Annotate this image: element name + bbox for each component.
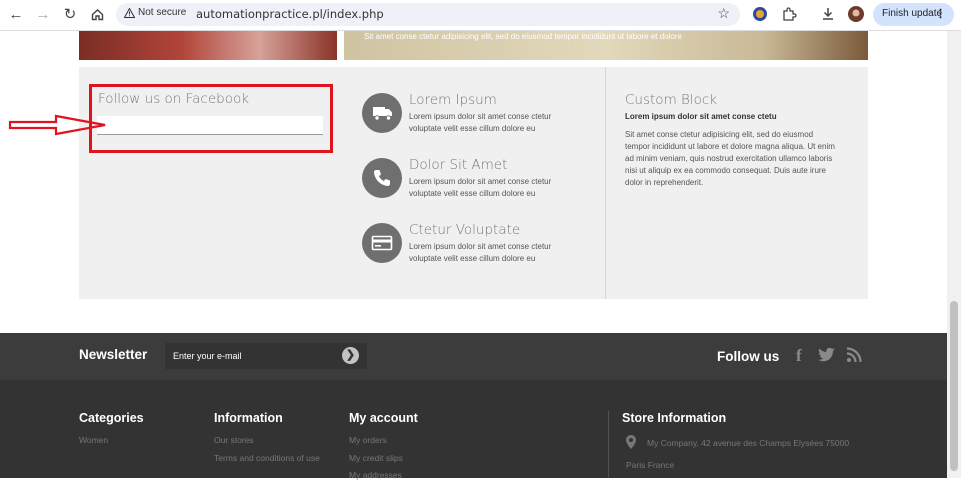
newsletter-email-input[interactable]	[173, 350, 333, 362]
footer-store-title: Store Information	[622, 411, 727, 425]
banner-caption: Sit amet conse ctetur adipisicing elit, …	[364, 32, 682, 41]
finish-update-label: Finish update	[882, 8, 943, 19]
custom-block-title: Custom Block	[625, 92, 718, 108]
security-indicator[interactable]: Not secure	[124, 7, 186, 18]
newsletter-submit-icon[interactable]: ❯	[342, 347, 359, 364]
footer-link-women[interactable]: Women	[79, 435, 108, 446]
browser-toolbar: ← → ↻ Not secure automationpractice.pl/i…	[0, 0, 961, 31]
info-title: Ctetur Voluptate	[409, 222, 521, 238]
extension-shield-icon[interactable]	[752, 6, 770, 24]
banner-image-right[interactable]: Sit amet conse ctetur adipisicing elit, …	[344, 31, 868, 60]
custom-block-subtitle: Lorem ipsum dolor sit amet conse ctetu	[625, 112, 777, 121]
scrollbar-thumb[interactable]	[950, 301, 958, 471]
footer-information-title: Information	[214, 411, 283, 425]
security-label: Not secure	[138, 7, 187, 18]
address-bar[interactable]: Not secure automationpractice.pl/index.p…	[116, 3, 740, 26]
site-footer: Categories Women Information Our stores …	[0, 380, 947, 481]
footer-link-my-orders[interactable]: My orders	[349, 435, 387, 446]
store-address: My Company, 42 avenue des Champs Elysées…	[647, 438, 850, 448]
newsletter-label: Newsletter	[79, 347, 148, 362]
info-description: Lorem ipsum dolor sit amet conse ctetur …	[409, 112, 552, 133]
annotation-arrow-icon	[8, 114, 106, 136]
banner-image-left[interactable]	[79, 31, 337, 60]
footer-divider	[608, 411, 609, 478]
credit-card-icon	[362, 223, 402, 263]
download-icon[interactable]	[820, 6, 838, 24]
info-title: Lorem Ipsum	[409, 92, 497, 108]
footer-account-title[interactable]: My account	[349, 411, 418, 425]
extensions-puzzle-icon[interactable]	[781, 6, 799, 24]
newsletter-bar: Newsletter ❯ Follow us f	[0, 333, 947, 380]
forward-arrow-icon[interactable]: →	[33, 5, 53, 25]
follow-us-label: Follow us	[717, 349, 780, 364]
footer-link-our-stores[interactable]: Our stores	[214, 435, 254, 446]
more-menu-icon: ⋮	[935, 8, 946, 20]
warning-icon	[124, 7, 135, 18]
column-divider	[605, 67, 606, 299]
twitter-icon[interactable]	[818, 347, 836, 368]
reload-icon[interactable]: ↻	[60, 5, 80, 25]
footer-link-terms[interactable]: Terms and conditions of use	[214, 453, 324, 464]
footer-link-credit-slips[interactable]: My credit slips	[349, 453, 403, 464]
url-text[interactable]: automationpractice.pl/index.php	[196, 7, 384, 21]
truck-icon	[362, 93, 402, 133]
footer-categories-title[interactable]: Categories	[79, 411, 144, 425]
annotation-highlight-box	[89, 84, 333, 153]
custom-block-text: Sit amet conse ctetur adipisicing elit, …	[625, 130, 835, 187]
info-title: Dolor Sit Amet	[409, 157, 508, 173]
facebook-icon[interactable]: f	[796, 346, 802, 366]
footer-link-addresses[interactable]: My addresses	[349, 470, 402, 481]
store-city: Paris France	[626, 460, 675, 470]
profile-avatar[interactable]	[848, 6, 866, 24]
map-marker-icon	[626, 435, 636, 454]
home-icon[interactable]	[87, 5, 107, 25]
page-scrollbar[interactable]	[947, 31, 961, 478]
phone-icon	[362, 158, 402, 198]
info-description: Lorem ipsum dolor sit amet conse ctetur …	[409, 242, 552, 263]
rss-icon[interactable]	[846, 347, 862, 368]
newsletter-form: ❯	[165, 343, 367, 369]
back-arrow-icon[interactable]: ←	[6, 5, 26, 25]
info-description: Lorem ipsum dolor sit amet conse ctetur …	[409, 177, 552, 198]
finish-update-button[interactable]: Finish update ⋮	[873, 3, 954, 26]
bookmark-star-icon[interactable]: ☆	[717, 5, 730, 22]
